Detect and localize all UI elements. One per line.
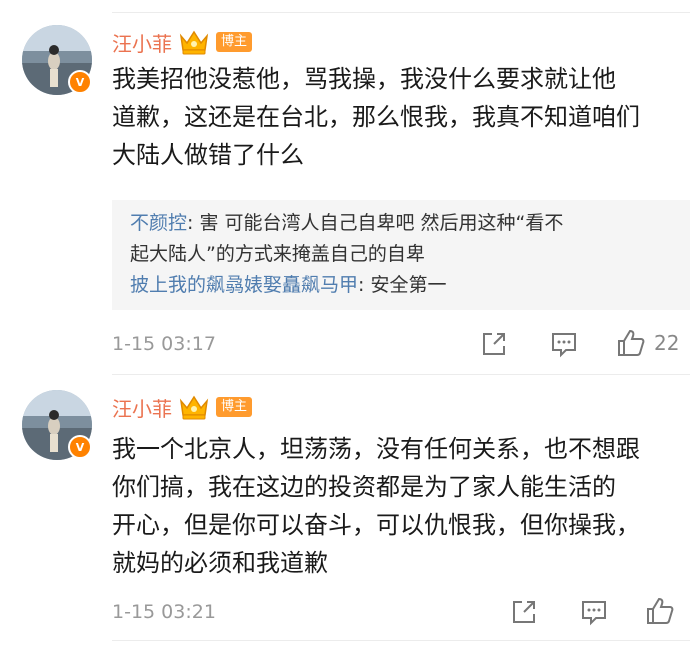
share-button[interactable] (510, 598, 538, 626)
reply-text: 安全第一 (370, 274, 447, 296)
share-icon (513, 601, 535, 623)
share-button[interactable] (480, 330, 508, 358)
like-button[interactable]: 22 (616, 328, 679, 358)
comment-footer: 1-15 03:17 (112, 326, 690, 362)
svg-text:V: V (76, 76, 85, 89)
reply-author[interactable]: 不颜控 (130, 212, 187, 234)
username-row: 汪小菲 博主 (112, 26, 253, 58)
username-row: 汪小菲 博主 (112, 391, 253, 423)
weibo-comment-list: V 汪小菲 博主 我美招他没惹他，骂我操，我没什么要求就让他 道歉，这还是在台北… (0, 0, 690, 645)
comment-text: 我一个北京人，坦荡荡，没有任何关系，也不想跟 你们搞，我在这边的投资都是为了家人… (112, 435, 640, 577)
comment-text: 我美招他没惹他，骂我操，我没什么要求就让他 道歉，这还是在台北，那么恨我，我真不… (112, 65, 640, 169)
reply-author[interactable]: 披上我的飙骉婊娶矗飙马甲 (130, 274, 358, 296)
like-icon (618, 329, 645, 356)
verified-icon: V (68, 70, 92, 94)
comment-icon (552, 333, 576, 358)
role-badge: 博主 (216, 32, 253, 52)
like-icon (647, 597, 674, 624)
comment-button[interactable] (550, 330, 578, 358)
role-badge: 博主 (216, 397, 253, 417)
share-icon (483, 333, 505, 355)
like-count: 22 (654, 331, 680, 355)
like-button[interactable] (645, 596, 675, 626)
timestamp: 1-15 03:17 (112, 333, 216, 355)
verified-icon: V (68, 435, 92, 459)
reply-box[interactable]: 不颜控: 害 可能台湾人自己自卑吧 然后用这种“看不 起大陆人”的方式来掩盖自己… (112, 200, 690, 310)
username[interactable]: 汪小菲 (112, 393, 172, 422)
reply-separator: : (187, 212, 200, 234)
reply-separator: : (358, 274, 371, 296)
comment-button[interactable] (580, 598, 608, 626)
reply-item: 披上我的飙骉婊娶矗飙马甲: 安全第一 (130, 270, 672, 301)
divider (112, 374, 690, 375)
username[interactable]: 汪小菲 (112, 28, 172, 57)
reply-item: 不颜控: 害 可能台湾人自己自卑吧 然后用这种“看不 起大陆人”的方式来掩盖自己… (130, 208, 672, 270)
divider (112, 12, 690, 13)
timestamp: 1-15 03:21 (112, 601, 216, 623)
divider (112, 640, 690, 641)
crown-icon (179, 395, 209, 420)
crown-icon (179, 30, 209, 55)
svg-text:V: V (76, 441, 85, 454)
comment-icon (582, 601, 606, 626)
